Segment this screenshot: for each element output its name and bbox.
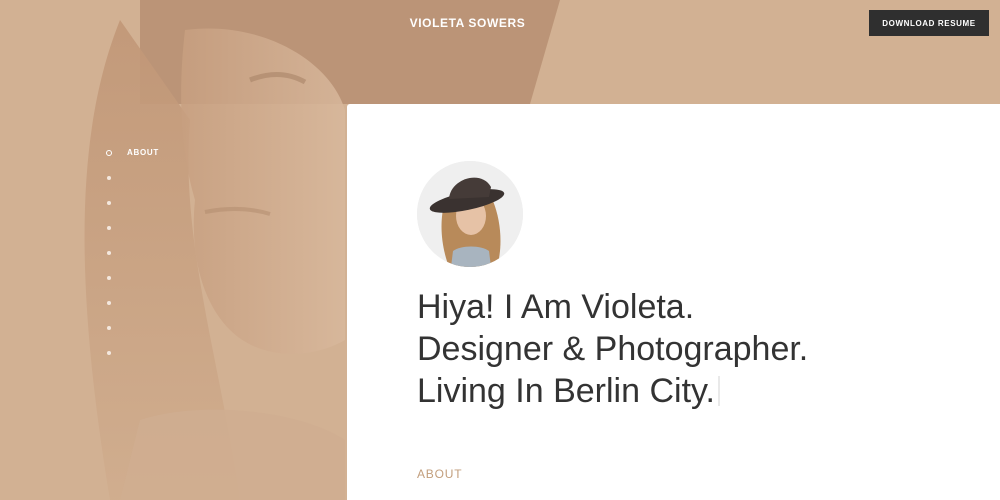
nav-dot-icon[interactable] <box>107 350 111 355</box>
nav-item-3[interactable] <box>105 190 159 215</box>
nav-dot-icon[interactable] <box>107 175 111 180</box>
side-nav: ABOUT <box>105 140 159 365</box>
headline-line-2: Designer & Photographer. <box>417 330 809 368</box>
nav-dot-icon[interactable] <box>107 250 111 255</box>
nav-dot-icon[interactable] <box>107 275 111 280</box>
typing-cursor <box>717 376 720 406</box>
nav-item-7[interactable] <box>105 290 159 315</box>
nav-dot-icon[interactable] <box>107 225 111 230</box>
nav-item-about[interactable]: ABOUT <box>105 140 159 165</box>
site-title[interactable]: VIOLETA SOWERS <box>0 16 935 30</box>
nav-item-5[interactable] <box>105 240 159 265</box>
nav-item-9[interactable] <box>105 340 159 365</box>
nav-item-label[interactable]: ABOUT <box>127 148 159 157</box>
page: VIOLETA SOWERS DOWNLOAD RESUME ABOUT Hiy… <box>0 0 1000 500</box>
download-resume-button[interactable]: DOWNLOAD RESUME <box>869 10 989 36</box>
intro-card: Hiya! I Am Violeta. Designer & Photograp… <box>347 104 1000 500</box>
portrait-photo-icon <box>417 161 523 267</box>
nav-item-6[interactable] <box>105 265 159 290</box>
headline-line-1: Hiya! I Am Violeta. <box>417 288 695 326</box>
avatar <box>417 161 523 267</box>
nav-item-2[interactable] <box>105 165 159 190</box>
nav-dot-icon[interactable] <box>107 200 111 205</box>
section-label-about: ABOUT <box>417 467 463 481</box>
nav-item-4[interactable] <box>105 215 159 240</box>
nav-item-8[interactable] <box>105 315 159 340</box>
intro-headline: Hiya! I Am Violeta. Designer & Photograp… <box>417 286 977 412</box>
nav-dot-icon[interactable] <box>107 325 111 330</box>
headline-line-3: Living In Berlin City. <box>417 372 715 410</box>
nav-dot-icon[interactable] <box>107 300 111 305</box>
nav-dot-active-icon[interactable] <box>106 149 112 156</box>
